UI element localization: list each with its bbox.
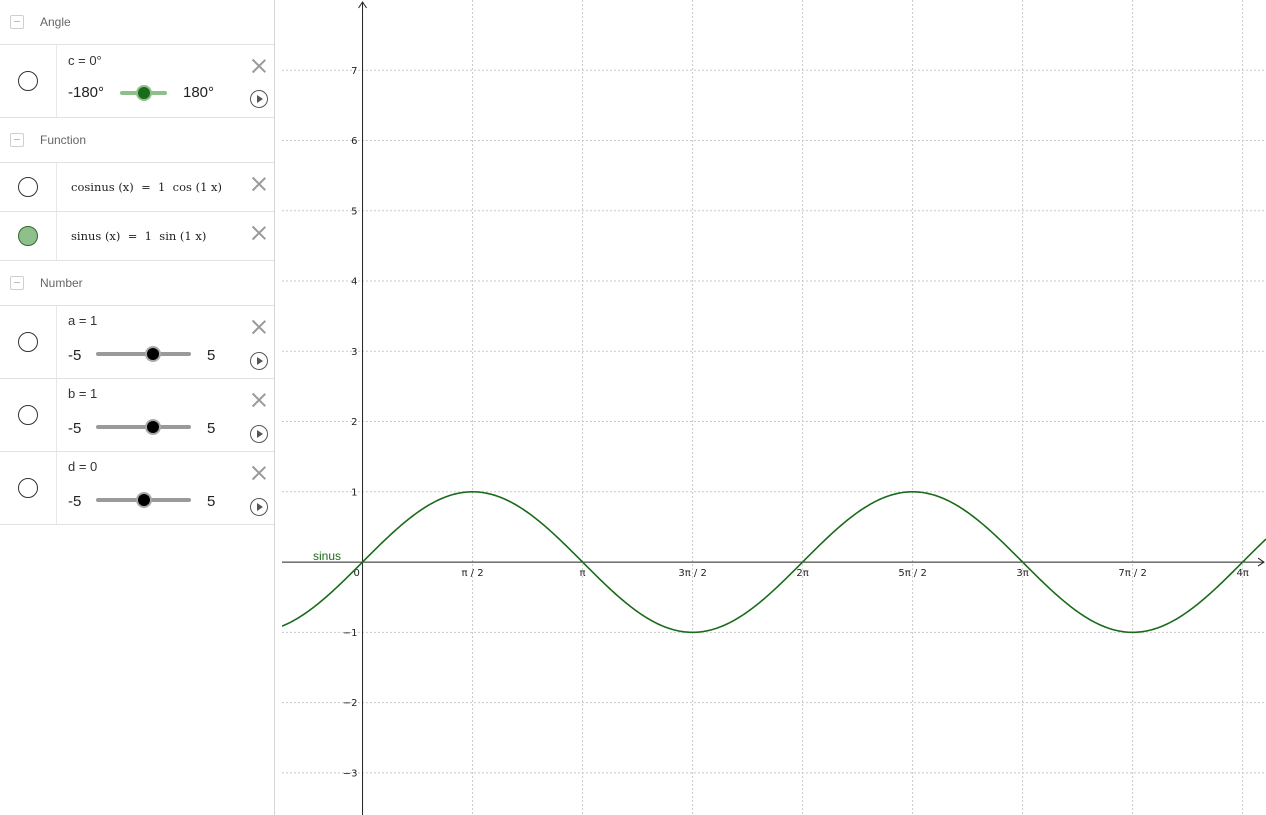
- slider-max-b: 5: [207, 420, 216, 437]
- y-tick-label: 4: [351, 277, 357, 288]
- slider-min-b: -5: [68, 420, 82, 437]
- x-tick-label: π / 2: [461, 568, 483, 579]
- y-tick-label: 1: [351, 487, 357, 498]
- group-title: Function: [40, 133, 87, 147]
- y-tick-label: 2: [351, 417, 357, 428]
- slider-min-d: -5: [68, 493, 82, 510]
- slider-min-c: -180°: [68, 84, 105, 101]
- play-icon[interactable]: [250, 352, 268, 370]
- graphics-view[interactable]: 0π / 2 π 3π / 2 2π 5π / 2 3π 7π / 2 4π −1 −2 −3 1 2…: [282, 0, 1266, 815]
- collapse-icon[interactable]: [10, 276, 24, 290]
- visibility-toggle-cosinus[interactable]: [18, 177, 38, 197]
- x-axis-ticks: 0π / 2 π 3π / 2 2π 5π / 2 3π 7π / 2 4π: [354, 568, 1249, 579]
- delete-icon[interactable]: [250, 224, 268, 242]
- visibility-toggle-d[interactable]: [18, 478, 38, 498]
- curve-label-sinus[interactable]: sinus: [313, 549, 341, 563]
- x-tick-label: π: [580, 568, 586, 579]
- y-tick-label: 3: [351, 347, 357, 358]
- function-item-sinus[interactable]: sinus (x) = 1 sin (1 x): [0, 212, 274, 261]
- visibility-toggle-a[interactable]: [18, 332, 38, 352]
- delete-icon[interactable]: [250, 464, 268, 482]
- number-slider-item-a[interactable]: a = 1 -5 5: [0, 306, 274, 379]
- y-tick-label: −2: [343, 698, 358, 709]
- play-icon[interactable]: [250, 498, 268, 516]
- x-tick-label: 3π: [1016, 568, 1028, 579]
- visibility-toggle-b[interactable]: [18, 405, 38, 425]
- number-slider-item-d[interactable]: d = 0 -5 5: [0, 452, 274, 525]
- graph-canvas[interactable]: 0π / 2 π 3π / 2 2π 5π / 2 3π 7π / 2 4π −1−2−312…: [282, 0, 1266, 815]
- x-tick-label: 3π / 2: [678, 568, 706, 579]
- slider-label-a[interactable]: a = 1: [68, 313, 97, 328]
- group-title: Angle: [40, 15, 71, 29]
- collapse-icon[interactable]: [10, 15, 24, 29]
- group-header-angle[interactable]: Angle: [0, 0, 274, 45]
- delete-icon[interactable]: [250, 57, 268, 75]
- grid-lines: [282, 0, 1266, 815]
- slider-max-a: 5: [207, 347, 216, 364]
- number-slider-item-b[interactable]: b = 1 -5 5: [0, 379, 274, 452]
- delete-icon[interactable]: [250, 391, 268, 409]
- group-header-number[interactable]: Number: [0, 261, 274, 306]
- slider-thumb-c[interactable]: [135, 85, 152, 101]
- delete-icon[interactable]: [250, 175, 268, 193]
- group-title: Number: [40, 276, 83, 290]
- axes: [282, 1, 1265, 815]
- slider-max-c: 180°: [183, 84, 215, 101]
- function-definition[interactable]: cosinus (x) = 1 cos (1 x): [71, 180, 222, 194]
- function-definition[interactable]: sinus (x) = 1 sin (1 x): [71, 229, 206, 243]
- angle-slider-item[interactable]: c = 0° -180° 180°: [0, 45, 274, 118]
- collapse-icon[interactable]: [10, 133, 24, 147]
- y-tick-label: 5: [351, 206, 357, 217]
- x-tick-label: 4π: [1236, 568, 1248, 579]
- slider-thumb-b[interactable]: [145, 419, 161, 435]
- y-axis-ticks: −1 −2 −3 1 2 3 4 5 6 7: [343, 66, 358, 780]
- play-icon[interactable]: [250, 425, 268, 443]
- slider-label-c[interactable]: c = 0°: [68, 53, 102, 68]
- slider-max-d: 5: [207, 493, 216, 510]
- geogebra-app: Angle c = 0° -180° 180° Function cosinus…: [0, 0, 1266, 815]
- delete-icon[interactable]: [250, 318, 268, 336]
- slider-track-b[interactable]: [96, 425, 191, 429]
- slider-track-a[interactable]: [96, 352, 191, 356]
- y-tick-label: 6: [351, 136, 357, 147]
- slider-min-a: -5: [68, 347, 82, 364]
- play-icon[interactable]: [250, 90, 268, 108]
- y-tick-label: −3: [343, 768, 358, 779]
- slider-label-b[interactable]: b = 1: [68, 386, 97, 401]
- slider-thumb-d[interactable]: [135, 492, 152, 508]
- slider-label-d[interactable]: d = 0: [68, 459, 97, 474]
- x-tick-label: 2π: [796, 568, 808, 579]
- x-tick-label: 7π / 2: [1118, 568, 1146, 579]
- slider-thumb-a[interactable]: [145, 346, 161, 362]
- visibility-toggle-c[interactable]: [18, 71, 38, 91]
- function-item-cosinus[interactable]: cosinus (x) = 1 cos (1 x): [0, 163, 274, 212]
- group-header-function[interactable]: Function: [0, 118, 274, 163]
- x-tick-label: 5π / 2: [898, 568, 926, 579]
- y-tick-label: 7: [351, 66, 357, 77]
- visibility-toggle-sinus[interactable]: [18, 226, 38, 246]
- y-tick-label: −1: [343, 628, 358, 639]
- algebra-panel: Angle c = 0° -180° 180° Function cosinus…: [0, 0, 275, 815]
